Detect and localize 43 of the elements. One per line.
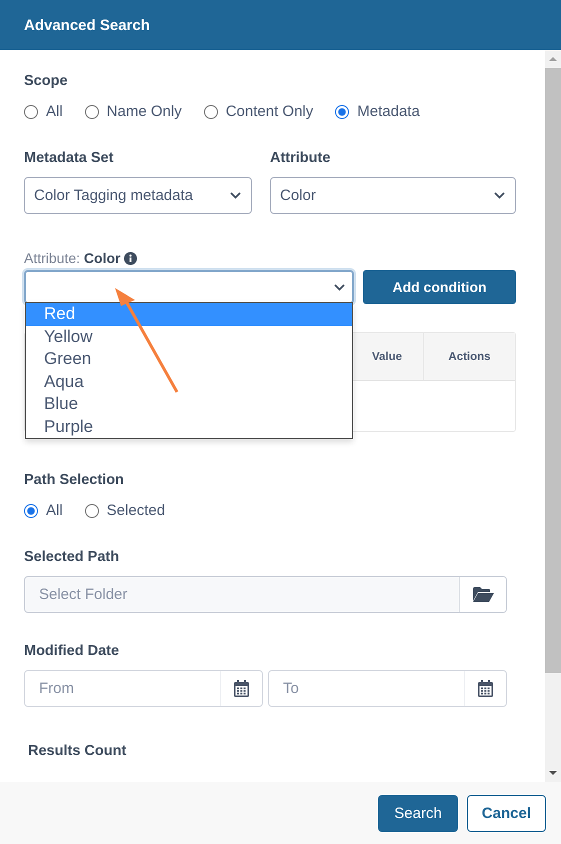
radio-button[interactable]: [84, 504, 99, 518]
scrollbar-thumb[interactable]: [545, 68, 561, 673]
cancel-button[interactable]: Cancel: [466, 794, 546, 832]
column-header: Value: [370, 350, 404, 364]
calendar-icon: [478, 680, 493, 697]
dropdown-option[interactable]: Green: [26, 348, 352, 370]
field-label: Attribute: Color: [24, 250, 120, 266]
section-label: Results Count: [28, 743, 128, 759]
folder-browse-button[interactable]: [459, 577, 506, 612]
dialog-title: Advanced Search: [24, 16, 150, 34]
dropdown-option[interactable]: Blue: [26, 393, 352, 416]
radio-button[interactable]: [24, 504, 38, 518]
radio-label: Metadata: [357, 103, 420, 120]
chevron-down-icon: [230, 192, 241, 199]
radio-button[interactable]: [335, 104, 350, 118]
field-label: Metadata Set: [24, 150, 114, 166]
radio-label: Selected: [106, 502, 166, 519]
field-label: Attribute: [270, 150, 332, 166]
radio-label: Name Only: [106, 103, 182, 120]
dropdown-option[interactable]: Purple: [26, 416, 352, 438]
search-button[interactable]: Search: [378, 794, 458, 832]
attribute-select[interactable]: Color: [270, 177, 516, 214]
radio-button[interactable]: [84, 104, 99, 118]
dropdown-option[interactable]: Aqua: [26, 370, 352, 393]
info-icon: [124, 252, 138, 264]
section-label: Path Selection: [24, 472, 125, 488]
radio-button[interactable]: [24, 104, 38, 118]
radio-button[interactable]: [204, 104, 218, 118]
column-header: Actions: [423, 333, 515, 380]
metadata-set-select[interactable]: Color Tagging metadata: [24, 177, 252, 214]
section-label: Modified Date: [24, 643, 120, 659]
radio-label: Content Only: [226, 103, 314, 120]
calendar-icon: [234, 680, 249, 697]
dropdown-option[interactable]: Yellow: [26, 326, 352, 348]
radio-label: All: [46, 502, 63, 519]
chevron-down-icon: [494, 192, 505, 199]
section-label: Selected Path: [24, 549, 120, 565]
value-select[interactable]: [24, 270, 354, 304]
add-condition-button[interactable]: Add condition: [363, 270, 516, 304]
radio-label: All: [46, 103, 63, 120]
folder-icon: [472, 587, 494, 602]
section-label: Scope: [24, 73, 69, 89]
chevron-down-icon: [334, 284, 345, 290]
